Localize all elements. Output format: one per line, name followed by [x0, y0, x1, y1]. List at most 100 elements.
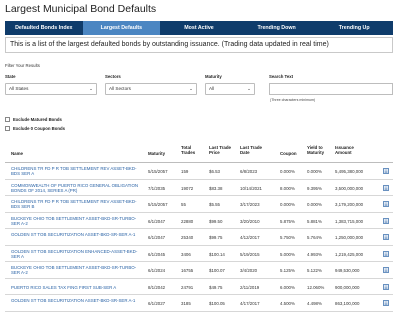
search-input[interactable] — [269, 83, 393, 95]
table-row: GOLDEN ST TOB SECURITIZATION ASSET-BKD-S… — [5, 295, 393, 312]
tab-largest-defaults[interactable]: Largest Defaults — [82, 21, 161, 35]
bond-name-link[interactable]: GOLDEN ST TOB SECURITIZATION ASSET-BKD-S… — [11, 232, 141, 237]
document-icon[interactable] — [383, 234, 389, 240]
document-icon[interactable] — [383, 168, 389, 174]
total-trades-cell: 3406 — [181, 251, 191, 257]
last-trade-date-cell: 2/11/2019 — [240, 284, 260, 290]
header-last-trade-date[interactable]: Last Trade Date — [240, 145, 262, 155]
coupon-cell: 0.000% — [280, 202, 295, 207]
exclude-matured-checkbox[interactable] — [5, 117, 10, 122]
coupon-cell: 5.875% — [280, 218, 295, 224]
table-row: CHILDRENS TR FD P R TOB SETTLEMENT REV A… — [5, 196, 393, 213]
search-hint: (Three characters minimum) — [270, 98, 316, 102]
table-row: BUCKEYE OHIO TOB SETTLEMENT ASSET-BKD-SR… — [5, 262, 393, 279]
bond-name-link[interactable]: CHILDRENS TR FD P R TOB SETTLEMENT REV A… — [11, 166, 141, 176]
tab-trending-up[interactable]: Trending Up — [315, 21, 393, 35]
sectors-select-value: All Sectors — [109, 86, 131, 91]
exclude-zero-coupon-checkbox[interactable] — [5, 126, 10, 131]
yield-cell: 4.498% — [307, 301, 322, 306]
document-icon[interactable] — [383, 300, 389, 306]
last-trade-price-cell: $100.14 — [209, 251, 225, 257]
header-issuance[interactable]: Issuance Amount — [335, 145, 354, 155]
maturity-cell: 6/1/2045 — [148, 251, 166, 257]
issuance-amount-cell: 3,179,200,000 — [335, 202, 364, 207]
header-maturity[interactable]: Maturity — [148, 151, 165, 156]
document-icon[interactable] — [383, 283, 389, 290]
bond-name-link[interactable]: CHILDRENS TR FD P R TOB SETTLEMENT REV A… — [11, 199, 141, 209]
maturity-cell: 5/15/2057 — [148, 169, 168, 174]
issuance-amount-cell: 863,100,000 — [335, 301, 360, 306]
document-icon[interactable] — [383, 201, 389, 207]
maturity-select[interactable]: All ⌄ — [205, 83, 255, 95]
yield-cell: 5.122% — [307, 268, 322, 273]
search-label: Search Text — [269, 74, 294, 79]
defaults-table: Name Maturity Total Trades Last Trade Pr… — [5, 140, 393, 312]
bond-name-link[interactable]: GOLDEN ST TOB SECURITIZATION ASSET-BKD-S… — [11, 298, 141, 303]
header-total-trades[interactable]: Total Trades — [181, 145, 195, 155]
sectors-label: Sectors — [105, 74, 121, 79]
last-trade-price-cell: $49.75 — [209, 284, 223, 290]
bond-name-link[interactable]: BUCKEYE OHIO TOB SETTLEMENT ASSET-BKD-SR… — [11, 265, 141, 275]
tab-defaulted-bonds-index[interactable]: Defaulted Bonds Index — [5, 21, 83, 35]
issuance-amount-cell: 5,495,380,000 — [335, 169, 364, 174]
filter-title: Filter Your Results — [5, 63, 40, 68]
last-trade-date-cell: 4/17/2017 — [240, 301, 260, 306]
state-select[interactable]: All States ⌄ — [5, 83, 97, 95]
yield-cell: 0.000% — [307, 169, 322, 174]
header-coupon[interactable]: Coupon — [280, 151, 297, 156]
bond-name-link[interactable]: BUCKEYE OHIO TOB SETTLEMENT ASSET-BKD-SR… — [11, 216, 141, 226]
last-trade-price-cell: $83.38 — [209, 185, 223, 191]
exclude-matured-label: Exclude Matured Bonds — [13, 117, 62, 122]
table-body: CHILDRENS TR FD P R TOB SETTLEMENT REV A… — [5, 163, 393, 312]
table-row: PUERTO RICO SALES TAX FING FIRST SUB-SER… — [5, 279, 393, 295]
last-trade-date-cell: 5/19/2015 — [240, 251, 260, 257]
total-trades-cell: 25340 — [181, 235, 194, 240]
state-select-value: All States — [9, 86, 29, 91]
tab-most-active[interactable]: Most Active — [160, 21, 238, 35]
coupon-cell: 5.000% — [280, 251, 295, 257]
maturity-cell: 6/1/2024 — [148, 268, 166, 273]
total-trades-cell: 55 — [181, 202, 186, 207]
bond-name-link[interactable]: GOLDEN ST TOB SECURITIZATION ENHANCED-AS… — [11, 249, 141, 259]
header-total-trades-line2: Trades — [181, 150, 196, 156]
table-row: GOLDEN ST TOB SECURITIZATION ASSET-BKD-S… — [5, 229, 393, 246]
coupon-cell: 4.500% — [280, 301, 295, 306]
document-icon[interactable] — [383, 217, 389, 224]
table-row: CHILDRENS TR FD P R TOB SETTLEMENT REV A… — [5, 163, 393, 180]
issuance-amount-cell: 3,500,000,000 — [335, 185, 364, 191]
header-yield[interactable]: Yield to Maturity — [307, 145, 324, 155]
yield-cell: 0.000% — [307, 202, 322, 207]
last-trade-price-cell: $100.07 — [209, 268, 225, 273]
header-issuance-line2: Amount — [335, 150, 352, 156]
document-icon[interactable] — [383, 184, 389, 191]
maturity-cell: 6/1/2047 — [148, 218, 166, 224]
tab-trending-down[interactable]: Trending Down — [238, 21, 316, 35]
coupon-cell: 8.000% — [280, 185, 295, 191]
bond-name-link[interactable]: PUERTO RICO SALES TAX FING FIRST SUB-SER… — [11, 285, 141, 290]
last-trade-date-cell: 3/20/2010 — [240, 218, 260, 224]
last-trade-price-cell: $5.55 — [209, 202, 220, 207]
total-trades-cell: 16755 — [181, 268, 194, 273]
table-header: Name Maturity Total Trades Last Trade Pr… — [5, 140, 393, 163]
header-last-trade-price-line2: Price — [209, 150, 220, 156]
last-trade-date-cell: 10/14/2021 — [240, 185, 262, 191]
issuance-amount-cell: 1,383,715,000 — [335, 218, 364, 224]
bond-name-link[interactable]: COMMONWEALTH OF PUERTO RICO GENERAL OBLI… — [11, 183, 141, 193]
yield-cell: 4.993% — [307, 251, 322, 257]
yield-cell: 9.395% — [307, 185, 322, 191]
maturity-cell: 7/1/2035 — [148, 185, 166, 191]
sectors-select[interactable]: All Sectors ⌄ — [105, 83, 197, 95]
document-icon[interactable] — [383, 250, 389, 257]
issuance-amount-cell: 900,000,000 — [335, 284, 360, 290]
document-icon[interactable] — [383, 267, 389, 273]
issuance-amount-cell: 1,250,000,000 — [335, 235, 364, 240]
header-name[interactable]: Name — [11, 151, 23, 156]
coupon-cell: 5.750% — [280, 235, 295, 240]
issuance-amount-cell: 1,219,425,000 — [335, 251, 364, 257]
total-trades-cell: 22880 — [181, 218, 194, 224]
header-last-trade-price[interactable]: Last Trade Price — [209, 145, 231, 155]
last-trade-price-cell: $99.50 — [209, 218, 223, 224]
maturity-cell: 6/1/2027 — [148, 301, 166, 306]
page-description: This is a list of the largest defaulted … — [5, 37, 393, 53]
yield-cell: 5.764% — [307, 235, 322, 240]
